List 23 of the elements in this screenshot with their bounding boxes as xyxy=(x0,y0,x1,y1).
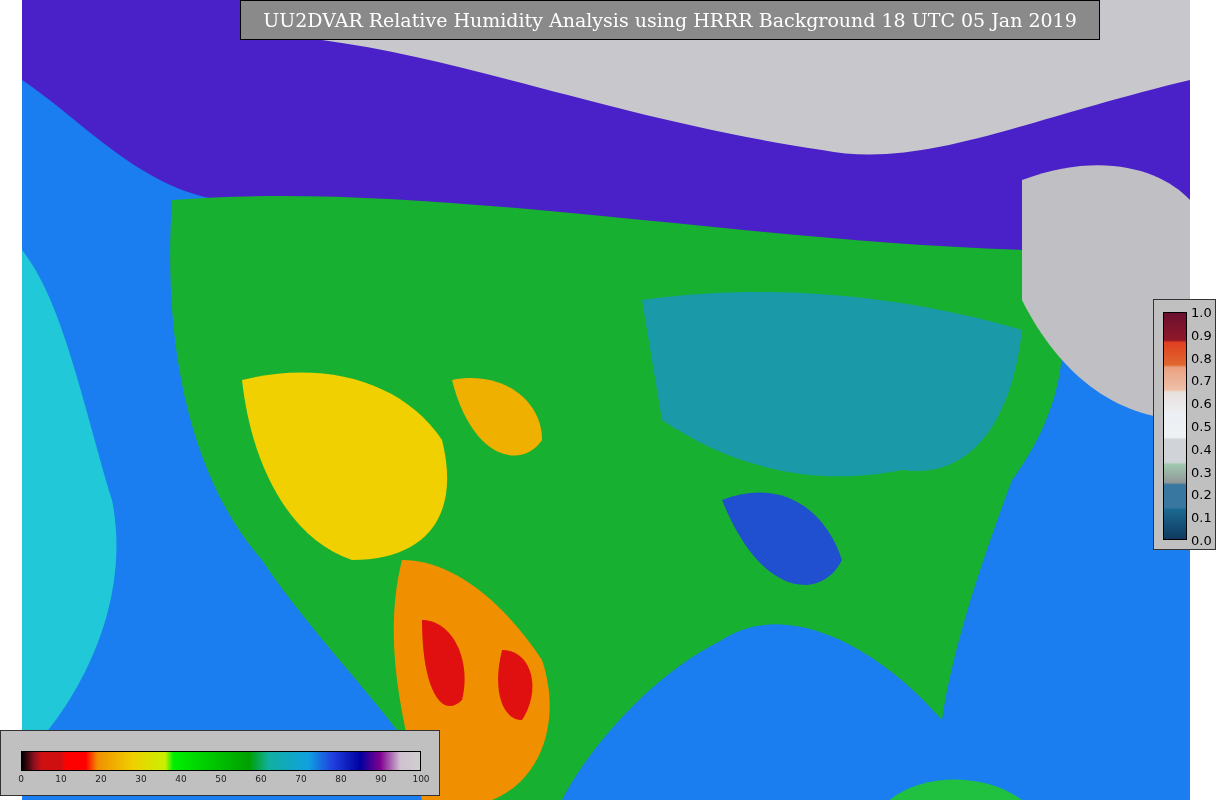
tick-label: 40 xyxy=(175,775,187,784)
tick-label: 0.2 xyxy=(1191,487,1212,501)
tick-label: 0.6 xyxy=(1191,396,1212,410)
tick-label: 0.1 xyxy=(1191,510,1212,524)
tick-label: 20 xyxy=(95,775,107,784)
tick-label: 0.7 xyxy=(1191,373,1212,387)
tick-label: 80 xyxy=(335,775,347,784)
tick-label: 90 xyxy=(375,775,387,784)
tick-label: 0.5 xyxy=(1191,419,1212,433)
tick-label: 0.9 xyxy=(1191,328,1212,342)
tick-label: 1.0 xyxy=(1191,305,1212,319)
map-title: UU2DVAR Relative Humidity Analysis using HRRR Background 18 UTC 05 Jan 2019 xyxy=(240,0,1100,40)
tick-label: 0.3 xyxy=(1191,465,1212,479)
tick-label: 70 xyxy=(295,775,307,784)
tick-label: 0.8 xyxy=(1191,351,1212,365)
tick-label: 10 xyxy=(55,775,67,784)
tick-label: 0.4 xyxy=(1191,442,1212,456)
tick-label: 30 xyxy=(135,775,147,784)
tick-label: 0 xyxy=(18,775,24,784)
tick-label: 100 xyxy=(412,775,430,784)
tick-label: 0.0 xyxy=(1191,533,1212,547)
tick-label: 60 xyxy=(255,775,267,784)
tick-label: 50 xyxy=(215,775,227,784)
